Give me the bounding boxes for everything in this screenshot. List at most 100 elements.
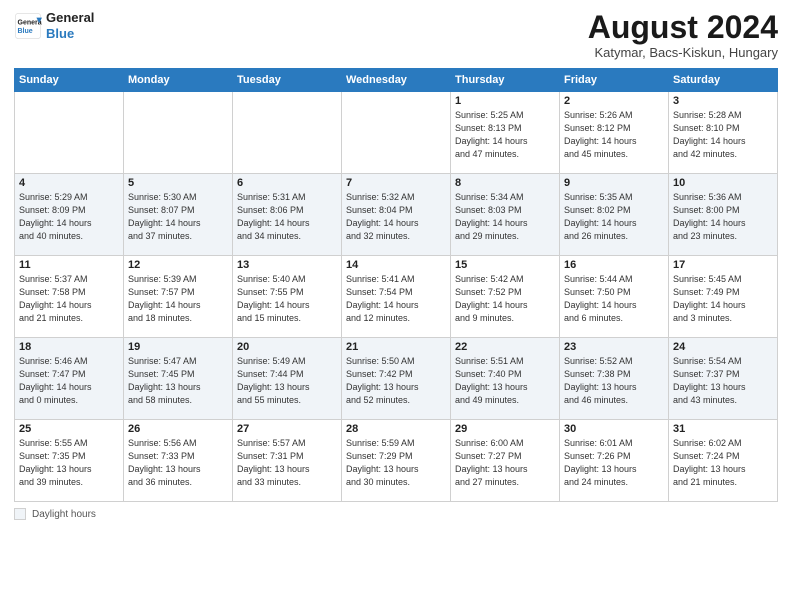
- day-number: 28: [346, 423, 446, 435]
- day-info: Sunrise: 5:28 AM Sunset: 8:10 PM Dayligh…: [673, 109, 773, 161]
- calendar-day-cell: 29 Sunrise: 6:00 AM Sunset: 7:27 PM Dayli…: [451, 420, 560, 502]
- calendar-day-cell: 19 Sunrise: 5:47 AM Sunset: 7:45 PM Dayli…: [124, 338, 233, 420]
- calendar-week-1: 1 Sunrise: 5:25 AM Sunset: 8:13 PM Daylig…: [15, 92, 778, 174]
- day-info: Sunrise: 5:59 AM Sunset: 7:29 PM Dayligh…: [346, 437, 446, 489]
- day-number: 16: [564, 259, 664, 271]
- title-area: August 2024 Katymar, Bacs-Kiskun, Hungar…: [588, 10, 778, 60]
- day-number: 19: [128, 341, 228, 353]
- day-number: 30: [564, 423, 664, 435]
- day-number: 14: [346, 259, 446, 271]
- day-number: 18: [19, 341, 119, 353]
- day-info: Sunrise: 5:49 AM Sunset: 7:44 PM Dayligh…: [237, 355, 337, 407]
- day-info: Sunrise: 6:01 AM Sunset: 7:26 PM Dayligh…: [564, 437, 664, 489]
- day-info: Sunrise: 5:26 AM Sunset: 8:12 PM Dayligh…: [564, 109, 664, 161]
- calendar-header-row: Sunday Monday Tuesday Wednesday Thursday…: [15, 69, 778, 92]
- logo-general: General: [46, 10, 94, 26]
- day-number: 2: [564, 95, 664, 107]
- calendar-day-cell: 8Sunrise: 5:34 AM Sunset: 8:03 PM Daylig…: [451, 174, 560, 256]
- day-number: 13: [237, 259, 337, 271]
- day-number: 9: [564, 177, 664, 189]
- location-subtitle: Katymar, Bacs-Kiskun, Hungary: [588, 45, 778, 60]
- header: General Blue General Blue August 2024 Ka…: [14, 10, 778, 60]
- day-number: 15: [455, 259, 555, 271]
- daylight-label: Daylight hours: [32, 509, 96, 520]
- day-number: 1: [455, 95, 555, 107]
- day-info: Sunrise: 5:29 AM Sunset: 8:09 PM Dayligh…: [19, 191, 119, 243]
- day-info: Sunrise: 5:34 AM Sunset: 8:03 PM Dayligh…: [455, 191, 555, 243]
- calendar-day-cell: 6 Sunrise: 5:31 AM Sunset: 8:06 PM Daylig…: [233, 174, 342, 256]
- calendar-day-cell: 18 Sunrise: 5:46 AM Sunset: 7:47 PM Dayli…: [15, 338, 124, 420]
- calendar-day-cell: 13 Sunrise: 5:40 AM Sunset: 7:55 PM Dayli…: [233, 256, 342, 338]
- day-info: Sunrise: 5:39 AM Sunset: 7:57 PM Dayligh…: [128, 273, 228, 325]
- day-number: 3: [673, 95, 773, 107]
- calendar-day-cell: 9Sunrise: 5:35 AM Sunset: 8:02 PM Daylig…: [560, 174, 669, 256]
- day-number: 7: [346, 177, 446, 189]
- day-number: 24: [673, 341, 773, 353]
- day-info: Sunrise: 5:52 AM Sunset: 7:38 PM Dayligh…: [564, 355, 664, 407]
- day-info: Sunrise: 5:56 AM Sunset: 7:33 PM Dayligh…: [128, 437, 228, 489]
- day-info: Sunrise: 5:45 AM Sunset: 7:49 PM Dayligh…: [673, 273, 773, 325]
- day-info: Sunrise: 5:37 AM Sunset: 7:58 PM Dayligh…: [19, 273, 119, 325]
- svg-text:Blue: Blue: [18, 28, 33, 35]
- calendar-day-cell: 5Sunrise: 5:30 AM Sunset: 8:07 PM Daylig…: [124, 174, 233, 256]
- day-info: Sunrise: 5:44 AM Sunset: 7:50 PM Dayligh…: [564, 273, 664, 325]
- page: General Blue General Blue August 2024 Ka…: [0, 0, 792, 612]
- day-info: Sunrise: 5:36 AM Sunset: 8:00 PM Dayligh…: [673, 191, 773, 243]
- logo-icon: General Blue: [14, 12, 42, 40]
- day-number: 27: [237, 423, 337, 435]
- day-number: 26: [128, 423, 228, 435]
- calendar-day-cell: 31 Sunrise: 6:02 AM Sunset: 7:24 PM Dayli…: [669, 420, 778, 502]
- day-number: 29: [455, 423, 555, 435]
- calendar-day-cell: 30 Sunrise: 6:01 AM Sunset: 7:26 PM Dayli…: [560, 420, 669, 502]
- daylight-legend-box: [14, 508, 26, 520]
- day-info: Sunrise: 5:40 AM Sunset: 7:55 PM Dayligh…: [237, 273, 337, 325]
- col-tuesday: Tuesday: [233, 69, 342, 92]
- col-monday: Monday: [124, 69, 233, 92]
- calendar-day-cell: [342, 92, 451, 174]
- day-info: Sunrise: 5:41 AM Sunset: 7:54 PM Dayligh…: [346, 273, 446, 325]
- day-info: Sunrise: 5:25 AM Sunset: 8:13 PM Dayligh…: [455, 109, 555, 161]
- calendar-day-cell: 16 Sunrise: 5:44 AM Sunset: 7:50 PM Dayli…: [560, 256, 669, 338]
- day-info: Sunrise: 5:46 AM Sunset: 7:47 PM Dayligh…: [19, 355, 119, 407]
- day-info: Sunrise: 6:02 AM Sunset: 7:24 PM Dayligh…: [673, 437, 773, 489]
- day-number: 6: [237, 177, 337, 189]
- calendar-day-cell: [233, 92, 342, 174]
- calendar-day-cell: 24Sunrise: 5:54 AM Sunset: 7:37 PM Dayli…: [669, 338, 778, 420]
- day-info: Sunrise: 6:00 AM Sunset: 7:27 PM Dayligh…: [455, 437, 555, 489]
- calendar-table: Sunday Monday Tuesday Wednesday Thursday…: [14, 68, 778, 502]
- day-info: Sunrise: 5:47 AM Sunset: 7:45 PM Dayligh…: [128, 355, 228, 407]
- day-info: Sunrise: 5:51 AM Sunset: 7:40 PM Dayligh…: [455, 355, 555, 407]
- calendar-day-cell: 12 Sunrise: 5:39 AM Sunset: 7:57 PM Dayli…: [124, 256, 233, 338]
- day-number: 17: [673, 259, 773, 271]
- day-info: Sunrise: 5:32 AM Sunset: 8:04 PM Dayligh…: [346, 191, 446, 243]
- day-number: 31: [673, 423, 773, 435]
- day-info: Sunrise: 5:50 AM Sunset: 7:42 PM Dayligh…: [346, 355, 446, 407]
- day-number: 12: [128, 259, 228, 271]
- day-number: 20: [237, 341, 337, 353]
- calendar-day-cell: 7 Sunrise: 5:32 AM Sunset: 8:04 PM Daylig…: [342, 174, 451, 256]
- day-number: 22: [455, 341, 555, 353]
- day-number: 25: [19, 423, 119, 435]
- day-number: 4: [19, 177, 119, 189]
- day-info: Sunrise: 5:57 AM Sunset: 7:31 PM Dayligh…: [237, 437, 337, 489]
- calendar-week-5: 25 Sunrise: 5:55 AM Sunset: 7:35 PM Dayli…: [15, 420, 778, 502]
- month-year-title: August 2024: [588, 10, 778, 45]
- calendar-day-cell: 15Sunrise: 5:42 AM Sunset: 7:52 PM Dayli…: [451, 256, 560, 338]
- calendar-day-cell: 21 Sunrise: 5:50 AM Sunset: 7:42 PM Dayli…: [342, 338, 451, 420]
- calendar-day-cell: 2 Sunrise: 5:26 AM Sunset: 8:12 PM Daylig…: [560, 92, 669, 174]
- day-info: Sunrise: 5:31 AM Sunset: 8:06 PM Dayligh…: [237, 191, 337, 243]
- calendar-day-cell: 27 Sunrise: 5:57 AM Sunset: 7:31 PM Dayli…: [233, 420, 342, 502]
- logo-blue: Blue: [46, 26, 94, 42]
- day-number: 21: [346, 341, 446, 353]
- calendar-day-cell: 25 Sunrise: 5:55 AM Sunset: 7:35 PM Dayli…: [15, 420, 124, 502]
- calendar-day-cell: 1 Sunrise: 5:25 AM Sunset: 8:13 PM Daylig…: [451, 92, 560, 174]
- calendar-day-cell: 14 Sunrise: 5:41 AM Sunset: 7:54 PM Dayli…: [342, 256, 451, 338]
- col-wednesday: Wednesday: [342, 69, 451, 92]
- col-saturday: Saturday: [669, 69, 778, 92]
- calendar-day-cell: 11Sunrise: 5:37 AM Sunset: 7:58 PM Dayli…: [15, 256, 124, 338]
- col-sunday: Sunday: [15, 69, 124, 92]
- footer-note: Daylight hours: [14, 508, 778, 520]
- logo: General Blue General Blue: [14, 10, 94, 41]
- day-info: Sunrise: 5:55 AM Sunset: 7:35 PM Dayligh…: [19, 437, 119, 489]
- calendar-day-cell: [124, 92, 233, 174]
